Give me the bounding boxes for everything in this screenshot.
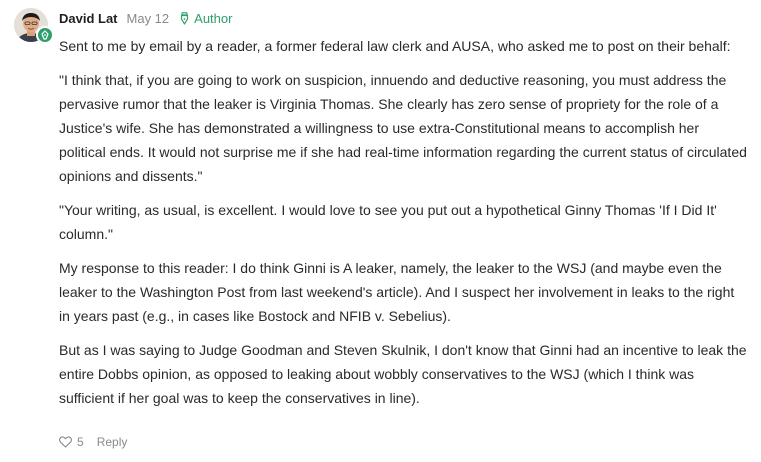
comment-paragraph: Sent to me by email by a reader, a forme… <box>59 38 731 54</box>
comment-meta: David Lat May 12 Author <box>59 9 232 27</box>
comment-actions: 5 Reply <box>59 433 127 451</box>
comment-paragraph: My response to this reader: I do think G… <box>59 260 735 324</box>
comment-paragraph: "Your writing, as usual, is excellent. I… <box>59 202 717 242</box>
comment-paragraph: But as I was saying to Judge Goodman and… <box>59 342 747 406</box>
like-count: 5 <box>77 435 84 449</box>
author-tag-label: Author <box>194 10 233 26</box>
comment-date[interactable]: May 12 <box>127 11 170 26</box>
pen-nib-icon <box>181 11 189 25</box>
heart-icon <box>59 436 72 448</box>
comment-body: Sent to me by email by a reader, a forme… <box>59 34 749 420</box>
comment-paragraph: "I think that, if you are going to work … <box>59 72 747 184</box>
author-tag: Author <box>179 11 232 26</box>
author-name[interactable]: David Lat <box>59 11 118 26</box>
avatar[interactable] <box>14 8 54 44</box>
author-badge-icon <box>36 26 54 44</box>
like-button[interactable]: 5 <box>59 435 84 449</box>
comment: David Lat May 12 Author Sent to me by em… <box>0 0 761 462</box>
reply-button[interactable]: Reply <box>97 435 128 449</box>
